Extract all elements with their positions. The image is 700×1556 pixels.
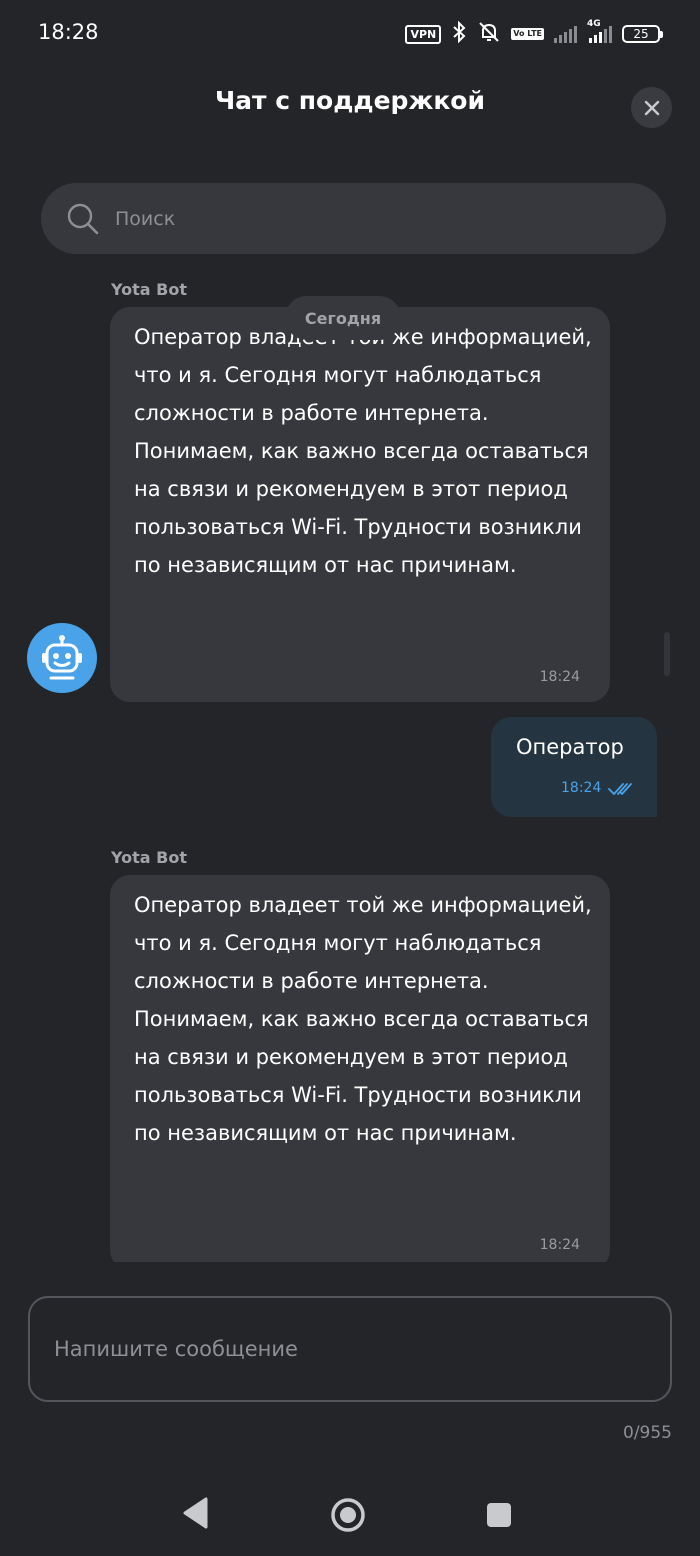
- bot-message-bubble: Оператор владеет той же информацией, что…: [110, 307, 610, 702]
- bot-avatar: [27, 623, 97, 693]
- scrollbar-thumb[interactable]: [664, 632, 670, 676]
- message-composer[interactable]: [28, 1296, 672, 1402]
- close-icon: [644, 100, 659, 115]
- message-text: Оператор владеет той же информацией, что…: [134, 893, 592, 1145]
- date-separator: Сегодня: [285, 296, 401, 340]
- mute-bell-icon: [477, 21, 501, 47]
- message-time: 18:24: [561, 780, 602, 796]
- nav-recents-button[interactable]: [487, 1503, 511, 1527]
- signal-2-icon: 4G: [587, 19, 612, 43]
- message-time: 18:24: [539, 669, 580, 685]
- double-check-icon: [608, 783, 632, 795]
- message-time: 18:24: [539, 1237, 580, 1253]
- search-bar[interactable]: [41, 183, 666, 254]
- user-message-bubble: Оператор 18:24: [491, 717, 657, 817]
- signal-1-icon: [554, 25, 577, 43]
- nav-back-button[interactable]: [182, 1496, 208, 1534]
- close-button[interactable]: [631, 87, 672, 128]
- status-icons: VPN Vo LTE 4G 25: [405, 19, 663, 48]
- message-input[interactable]: [52, 1336, 648, 1362]
- page-title: Чат с поддержкой: [214, 86, 485, 115]
- message-text: Оператор: [516, 735, 624, 759]
- message-sender: Yota Bot: [111, 280, 187, 299]
- home-circle-icon: [331, 1498, 365, 1532]
- back-triangle-icon: [183, 1497, 208, 1529]
- network-type: 4G: [587, 19, 601, 29]
- battery-level: 25: [633, 27, 649, 41]
- search-input[interactable]: [113, 206, 617, 231]
- bot-message-bubble: Оператор владеет той же информацией, что…: [110, 875, 610, 1270]
- message-sender: Yota Bot: [111, 848, 187, 867]
- character-counter: 0/955: [623, 1423, 672, 1443]
- nav-home-button[interactable]: [330, 1497, 366, 1537]
- robot-icon: [42, 635, 82, 680]
- battery-icon: 25: [622, 25, 663, 43]
- vpn-indicator: VPN: [405, 24, 442, 44]
- bluetooth-icon: [451, 20, 467, 47]
- search-icon: [67, 203, 99, 234]
- status-time: 18:28: [38, 20, 99, 44]
- message-text: Оператор владеет той же информацией, что…: [134, 325, 592, 577]
- volte-indicator: Vo LTE: [511, 28, 544, 40]
